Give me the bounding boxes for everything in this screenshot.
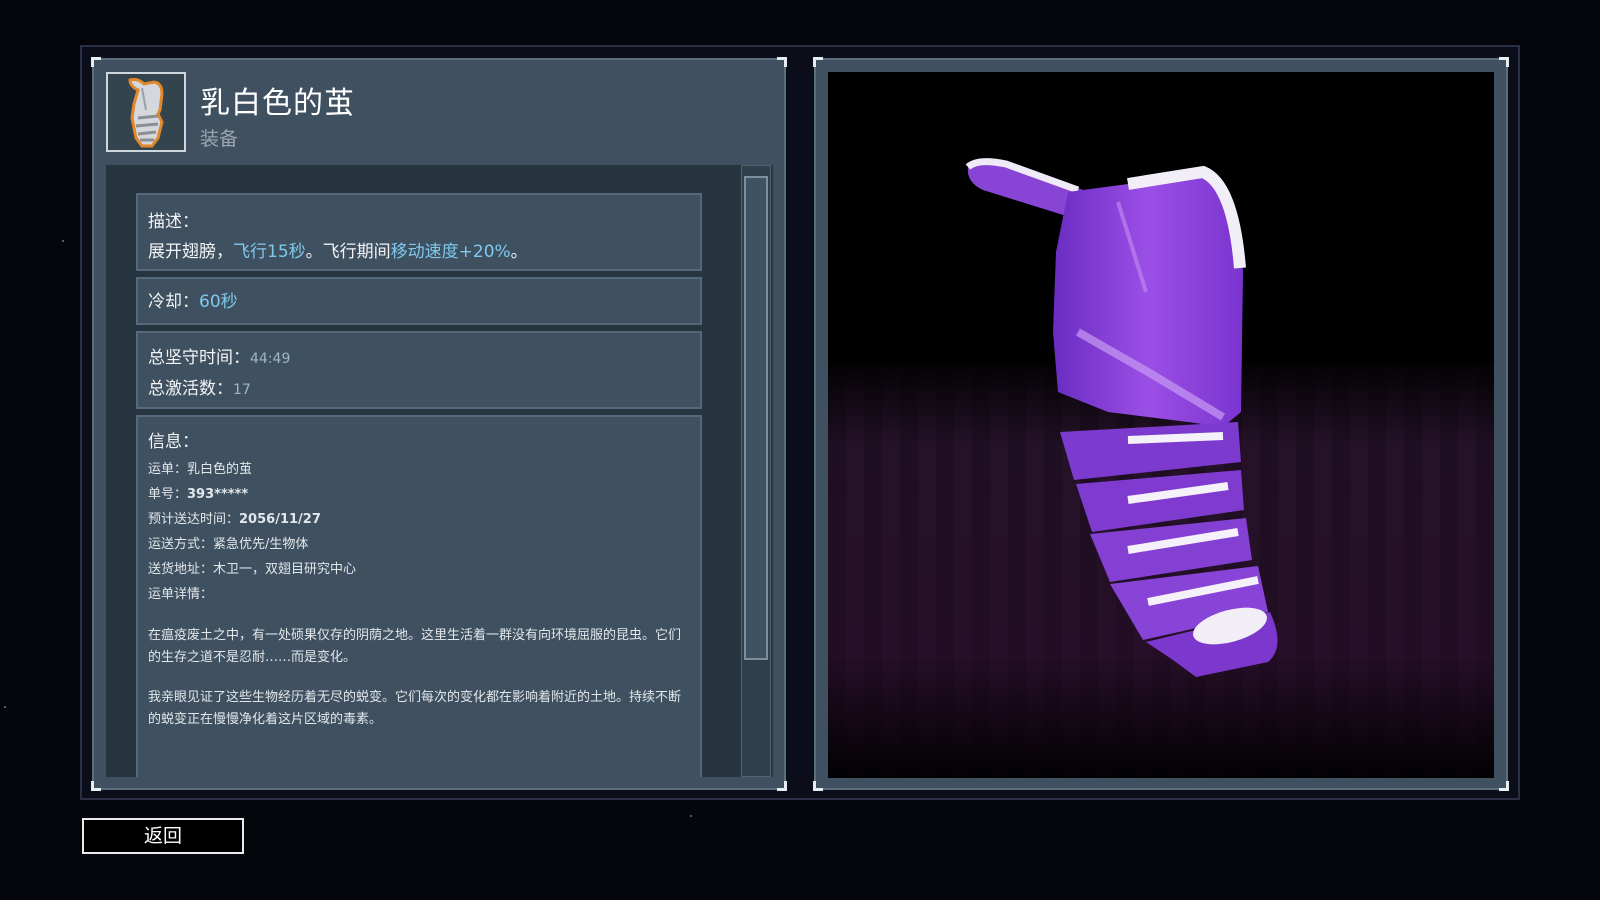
description-label: 描述：: [148, 212, 199, 232]
scrollbar[interactable]: [741, 165, 771, 777]
waybill-info-box: 信息： 运单：乳白色的茧 单号：393***** 预计送达时间：2056/11/…: [136, 415, 702, 777]
cooldown-box: 冷却：60秒: [136, 277, 702, 325]
details-label: 运单详情：: [148, 587, 214, 602]
description-box: 描述： 展开翅膀，飞行15秒。飞行期间移动速度+20%。: [136, 193, 702, 271]
waybill-label: 运单：: [148, 462, 188, 477]
flight-duration: 飞行15秒: [233, 242, 306, 262]
cooldown-label: 冷却：: [148, 292, 199, 312]
corner-bracket: [1499, 57, 1509, 67]
number-row: 单号：393*****: [148, 482, 690, 507]
3d-model-viewport[interactable]: [828, 72, 1494, 778]
number-label: 单号：: [148, 487, 188, 502]
eta-value: 2056/11/27: [239, 512, 321, 527]
activations-row: 总激活数：17: [148, 374, 690, 405]
info-label: 信息：: [148, 432, 199, 452]
hold-time-row: 总坚守时间：44:49: [148, 343, 690, 374]
hold-time-label: 总坚守时间：: [148, 348, 250, 368]
stats-box: 总坚守时间：44:49 总激活数：17: [136, 331, 702, 409]
star: [690, 815, 692, 817]
method-label: 运送方式：: [148, 537, 214, 552]
cocoon-model: [965, 158, 1278, 677]
lore-paragraph-2: 我亲眼见证了这些生物经历着无尽的蜕变。它们每次的变化都在影响着附近的土地。持续不…: [148, 690, 682, 727]
star: [4, 706, 6, 708]
hold-time-value: 44:49: [250, 351, 291, 367]
item-preview-panel: [813, 57, 1509, 791]
cocoon-icon: [106, 72, 186, 152]
corner-bracket: [1499, 781, 1509, 791]
method-row: 运送方式：紧急优先/生物体: [148, 532, 690, 557]
back-button[interactable]: 返回: [82, 818, 244, 854]
activations-value: 17: [233, 382, 251, 398]
address-value: 木卫一，双翅目研究中心: [213, 562, 357, 577]
details-scroll-area[interactable]: 描述： 展开翅膀，飞行15秒。飞行期间移动速度+20%。 冷却：60秒 总坚守时…: [106, 165, 773, 777]
item-title: 乳白色的茧: [200, 86, 355, 121]
lore-paragraph-1: 在瘟疫废土之中，有一处硕果仅存的阴荫之地。这里生活着一群没有向环境屈服的昆虫。它…: [148, 628, 682, 665]
corner-bracket: [91, 57, 101, 67]
description-text: 展开翅膀，飞行15秒。飞行期间移动速度+20%。: [148, 237, 690, 267]
address-row: 送货地址：木卫一，双翅目研究中心: [148, 557, 690, 582]
cooldown-value: 60秒: [199, 292, 238, 312]
waybill-value: 乳白色的茧: [187, 462, 253, 477]
speed-bonus: 移动速度+20%: [390, 242, 511, 262]
description-text-part: 。飞行期间: [305, 242, 391, 262]
corner-bracket: [813, 781, 823, 791]
corner-bracket: [777, 57, 787, 67]
scrollbar-thumb[interactable]: [744, 176, 768, 660]
description-text-part: 。: [510, 242, 528, 262]
star: [62, 240, 64, 242]
activations-label: 总激活数：: [148, 379, 233, 399]
corner-bracket: [813, 57, 823, 67]
corner-bracket: [777, 781, 787, 791]
address-label: 送货地址：: [148, 562, 214, 577]
waybill-row: 运单：乳白色的茧: [148, 457, 690, 482]
corner-bracket: [91, 781, 101, 791]
eta-label: 预计送达时间：: [148, 512, 240, 527]
number-value: 393*****: [187, 487, 249, 502]
description-text-part: 展开翅膀，: [148, 242, 233, 262]
item-type: 装备: [200, 128, 239, 150]
method-value: 紧急优先/生物体: [213, 537, 309, 552]
eta-row: 预计送达时间：2056/11/27: [148, 507, 690, 532]
item-info-panel: 乳白色的茧 装备 描述： 展开翅膀，飞行15秒。飞行期间移动速度+20%。 冷却…: [91, 57, 787, 791]
